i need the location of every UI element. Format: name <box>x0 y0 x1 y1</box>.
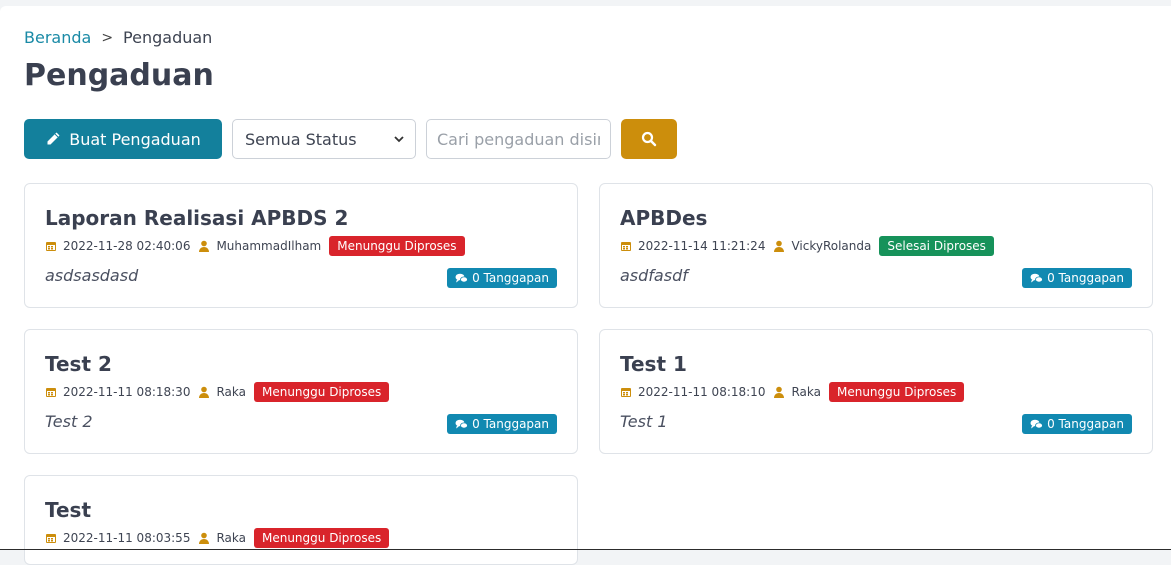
breadcrumb-home-link[interactable]: Beranda <box>24 28 91 47</box>
breadcrumb: Beranda > Pengaduan <box>24 28 212 47</box>
calendar-icon <box>45 532 57 544</box>
replies-badge[interactable]: 0 Tanggapan <box>447 414 557 434</box>
complaint-title: Laporan Realisasi APBDS 2 <box>45 206 349 230</box>
user-icon <box>198 386 210 398</box>
user-icon <box>773 386 785 398</box>
user-icon <box>198 532 210 544</box>
complaint-author: VickyRolanda <box>791 239 872 253</box>
complaint-card[interactable]: Test 1 2022-11-11 08:18:10 Raka Menunggu… <box>599 329 1153 454</box>
complaint-date: 2022-11-14 11:21:24 <box>638 239 766 253</box>
replies-badge[interactable]: 0 Tanggapan <box>1022 268 1132 288</box>
complaint-meta: 2022-11-11 08:18:10 Raka Menunggu Dipros… <box>620 382 965 402</box>
complaint-title: Test 1 <box>620 352 687 376</box>
comments-icon <box>455 419 468 430</box>
create-complaint-button[interactable]: Buat Pengaduan <box>24 119 222 159</box>
calendar-icon <box>45 240 57 252</box>
pencil-icon <box>45 131 61 147</box>
complaint-meta: 2022-11-11 08:18:30 Raka Menunggu Dipros… <box>45 382 390 402</box>
comments-icon <box>455 273 468 284</box>
search-input[interactable] <box>426 119 611 159</box>
complaint-date: 2022-11-11 08:18:30 <box>63 385 191 399</box>
calendar-icon <box>45 386 57 398</box>
status-filter-select[interactable]: Semua Status <box>232 119 416 159</box>
complaint-date: 2022-11-28 02:40:06 <box>63 239 191 253</box>
complaint-date: 2022-11-11 08:18:10 <box>638 385 766 399</box>
status-filter-value: Semua Status <box>245 129 357 149</box>
complaint-card[interactable]: Laporan Realisasi APBDS 2 2022-11-28 02:… <box>24 183 578 308</box>
status-badge: Menunggu Diproses <box>329 236 465 256</box>
replies-count: 0 Tanggapan <box>1047 271 1124 285</box>
toolbar: Buat Pengaduan Semua Status <box>24 119 677 159</box>
breadcrumb-current: Pengaduan <box>123 28 213 47</box>
complaint-author: Raka <box>791 385 821 399</box>
complaint-meta: 2022-11-14 11:21:24 VickyRolanda Selesai… <box>620 236 994 256</box>
create-complaint-label: Buat Pengaduan <box>69 129 201 149</box>
chevron-down-icon <box>393 133 405 145</box>
status-badge: Menunggu Diproses <box>828 382 965 402</box>
replies-badge[interactable]: 0 Tanggapan <box>447 268 557 288</box>
complaint-date: 2022-11-11 08:03:55 <box>63 531 191 545</box>
complaint-card[interactable]: Test 2 2022-11-11 08:18:30 Raka Menunggu… <box>24 329 578 454</box>
complaint-description: Test 1 <box>620 412 668 431</box>
replies-count: 0 Tanggapan <box>1047 417 1124 431</box>
complaint-description: Test 2 <box>45 412 93 431</box>
calendar-icon <box>620 240 632 252</box>
complaint-title: APBDes <box>620 206 708 230</box>
complaint-author: Raka <box>216 531 246 545</box>
complaint-author: MuhammadIlham <box>216 239 322 253</box>
replies-count: 0 Tanggapan <box>472 271 549 285</box>
replies-count: 0 Tanggapan <box>472 417 549 431</box>
complaint-description: asdfasdf <box>620 266 688 285</box>
complaint-meta: 2022-11-28 02:40:06 MuhammadIlham Menung… <box>45 236 465 256</box>
complaint-card[interactable]: Test 2022-11-11 08:03:55 Raka Menunggu D… <box>24 475 578 565</box>
search-icon <box>641 131 657 147</box>
main-content: Beranda > Pengaduan Pengaduan Buat Penga… <box>0 6 1171 565</box>
page-title: Pengaduan <box>24 58 214 93</box>
user-icon <box>198 240 210 252</box>
complaint-title: Test <box>45 498 92 522</box>
complaint-card[interactable]: APBDes 2022-11-14 11:21:24 VickyRolanda … <box>599 183 1153 308</box>
comments-icon <box>1030 419 1043 430</box>
complaint-meta: 2022-11-11 08:03:55 Raka Menunggu Dipros… <box>45 528 390 548</box>
calendar-icon <box>620 386 632 398</box>
complaint-description: asdsasdasd <box>45 266 139 285</box>
status-badge: Selesai Diproses <box>879 236 994 256</box>
comments-icon <box>1030 273 1043 284</box>
user-icon <box>773 240 785 252</box>
replies-badge[interactable]: 0 Tanggapan <box>1022 414 1132 434</box>
status-badge: Menunggu Diproses <box>253 382 390 402</box>
breadcrumb-separator: > <box>101 29 114 46</box>
status-badge: Menunggu Diproses <box>253 528 390 548</box>
complaint-title: Test 2 <box>45 352 112 376</box>
search-button[interactable] <box>621 119 677 159</box>
complaint-author: Raka <box>216 385 246 399</box>
